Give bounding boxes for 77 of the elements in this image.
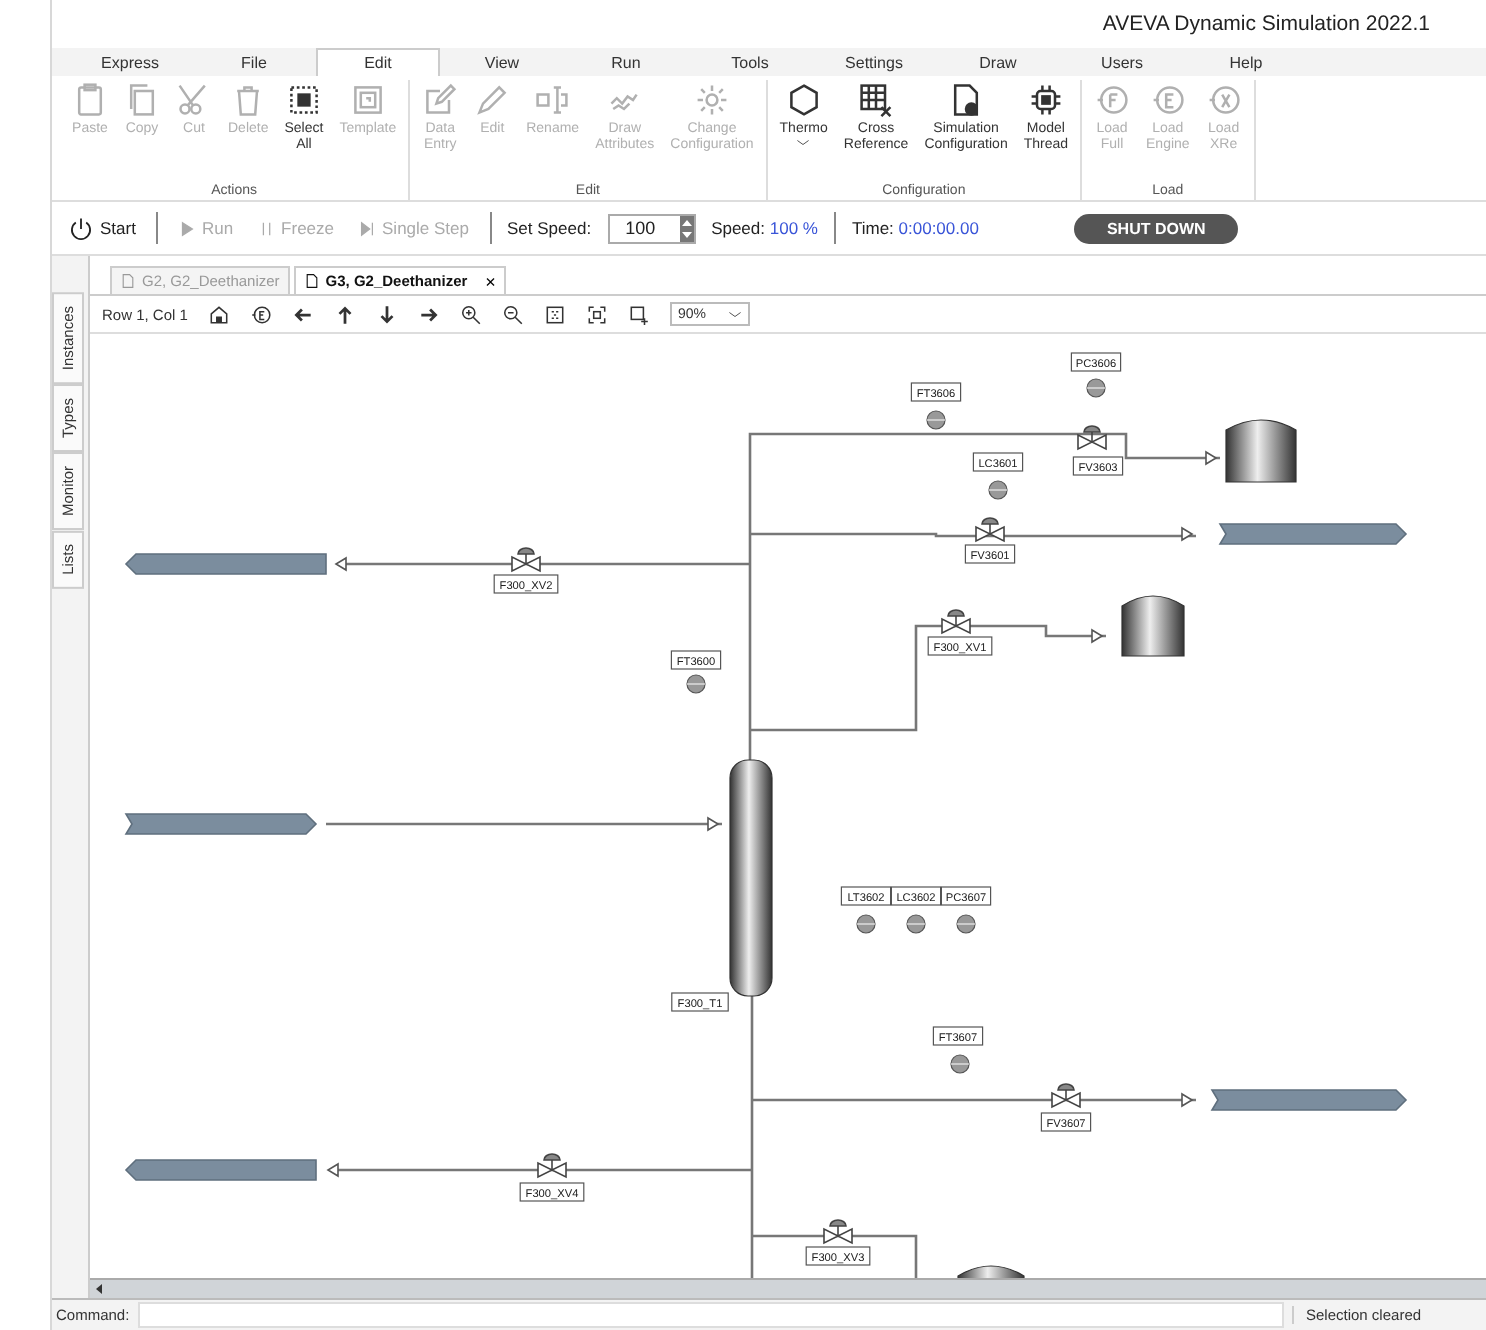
control-valve: [1051, 1083, 1081, 1109]
scissors-icon: [176, 82, 212, 118]
control-valve: [511, 547, 541, 573]
load-full-icon: [1094, 82, 1131, 118]
instrument-bubble: [950, 1054, 970, 1074]
menu-tab[interactable]: Draw: [936, 48, 1060, 76]
hexagon-icon: [785, 82, 822, 118]
instrument-bubble: [988, 480, 1008, 500]
flow-arrow: [1091, 628, 1104, 644]
play-icon: [177, 219, 196, 237]
menu-tab[interactable]: Tools: [688, 48, 812, 76]
time-label: Time: 0:00:00.00: [851, 218, 979, 238]
menu-tab[interactable]: Express: [68, 48, 192, 76]
speed-field[interactable]: 100: [607, 213, 696, 243]
flow-arrow: [707, 816, 720, 832]
instrument-bubble: [1086, 378, 1106, 398]
speed-label: Speed: 100 %: [711, 218, 818, 238]
caret-icon: [727, 309, 742, 319]
storage-tank: [1225, 419, 1297, 483]
toolbar-button[interactable]: Start: [64, 213, 140, 243]
control-valve: [1077, 425, 1107, 451]
instrument-bubble: [956, 914, 976, 934]
arrow-up-icon[interactable]: [333, 303, 356, 325]
control-valve: [975, 517, 1005, 543]
select-all-icon: [285, 82, 322, 118]
window-title: AVEVA Dynamic Simulation 2022.1: [1102, 12, 1430, 36]
add-view-icon[interactable]: [627, 303, 650, 325]
speed-label: Set Speed:: [507, 218, 592, 238]
flow-arrow: [1181, 1092, 1194, 1108]
flow-arrow: [1205, 450, 1218, 466]
menu-tab[interactable]: View: [440, 48, 564, 76]
load-xref-icon: [1205, 82, 1242, 118]
instrument-bubble: [926, 410, 946, 430]
horizontal-scrollbar[interactable]: [90, 1278, 1486, 1298]
template-icon: [349, 82, 386, 118]
arrow-left-icon[interactable]: [291, 303, 314, 325]
command-field[interactable]: [137, 1302, 1284, 1328]
rename-icon: [534, 82, 571, 118]
pause-icon: [257, 219, 276, 237]
spinner-icon[interactable]: [679, 215, 694, 241]
step-icon: [358, 219, 377, 237]
menu-tab[interactable]: Edit: [316, 48, 440, 76]
control-valve: [537, 1153, 567, 1179]
flow-arrow: [334, 556, 347, 572]
menu-tab[interactable]: Users: [1060, 48, 1184, 76]
arrow-down-icon[interactable]: [375, 303, 398, 325]
control-valve: [941, 609, 971, 635]
instrument-bubble: [906, 914, 926, 934]
frame-icon[interactable]: [585, 303, 608, 325]
fit-icon[interactable]: [543, 303, 566, 325]
zoom-in-icon[interactable]: [459, 303, 482, 325]
instrument-bubble: [856, 914, 876, 934]
menu-tab[interactable]: Help: [1184, 48, 1308, 76]
copy-icon: [124, 82, 160, 118]
storage-tank: [1121, 595, 1185, 657]
data-entry-icon: [422, 82, 459, 118]
chip-icon: [1027, 82, 1064, 118]
power-icon: [68, 215, 94, 241]
menu-tab[interactable]: Run: [564, 48, 688, 76]
zoom-out-icon[interactable]: [501, 303, 524, 325]
clipboard-icon: [72, 82, 108, 118]
menu-tab[interactable]: File: [192, 48, 316, 76]
instrument-bubble: [686, 674, 706, 694]
engine-icon[interactable]: [249, 303, 272, 325]
shutdown-button[interactable]: SHUT DOWN: [1074, 213, 1238, 243]
document-icon: [303, 272, 320, 290]
pencil-icon: [474, 82, 511, 118]
load-engine-icon: [1149, 82, 1186, 118]
control-valve: [823, 1219, 853, 1245]
cross-reference-icon: [858, 82, 895, 118]
arrow-right-icon[interactable]: [417, 303, 440, 325]
home-icon[interactable]: [207, 303, 230, 325]
close-button[interactable]: ×: [473, 271, 496, 291]
document-icon: [120, 272, 136, 290]
flow-arrow: [326, 1162, 339, 1178]
flow-arrow: [1181, 526, 1194, 542]
menu-tab[interactable]: Settings: [812, 48, 936, 76]
